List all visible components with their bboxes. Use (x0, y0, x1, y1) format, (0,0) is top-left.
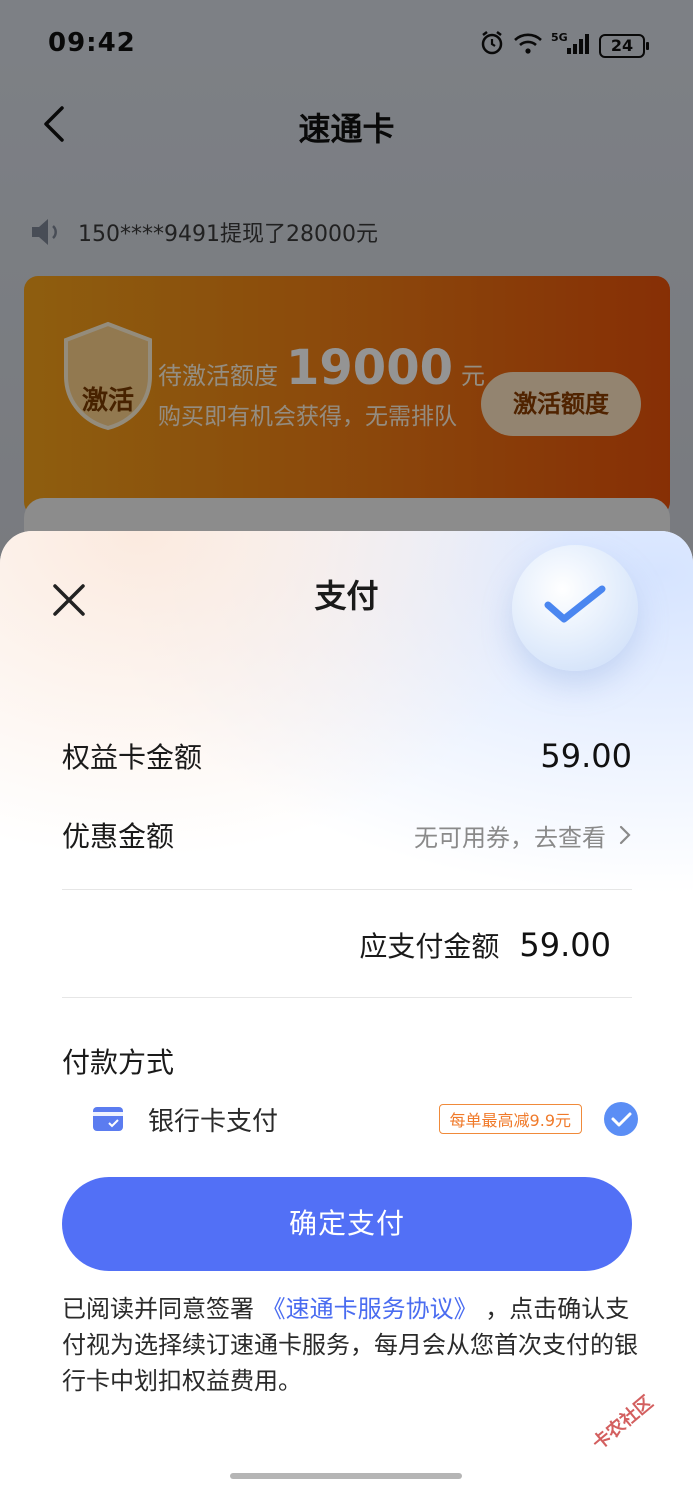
agreement-text: 已阅读并同意签署 《速通卡服务协议》 ，点击确认支付视为选择续订速通卡服务，每月… (62, 1291, 642, 1399)
divider (62, 997, 632, 998)
agreement-prefix: 已阅读并同意签署 (62, 1295, 254, 1323)
confirm-pay-button[interactable]: 确定支付 (62, 1177, 632, 1271)
bank-card-icon (93, 1107, 123, 1131)
total-row: 应支付金额 59.00 (359, 925, 611, 965)
check-badge-icon (512, 545, 638, 671)
chevron-right-icon (619, 825, 631, 845)
card-amount-label: 权益卡金额 (62, 741, 203, 774)
total-label: 应支付金额 (359, 930, 500, 963)
discount-link[interactable]: 无可用券，去查看 (414, 818, 632, 853)
discount-value: 无可用券，去查看 (414, 823, 606, 852)
discount-tag: 每单最高减9.9元 (438, 1104, 582, 1134)
payment-method-label: 银行卡支付 (148, 1106, 279, 1137)
discount-label: 优惠金额 (62, 820, 175, 853)
payment-sheet: 支付 权益卡金额 59.00 优惠金额 无可用券，去查看 应支付金额 59.00… (0, 531, 693, 1500)
card-amount-row: 权益卡金额 59.00 (62, 736, 632, 776)
home-indicator[interactable] (230, 1473, 462, 1479)
agreement-link[interactable]: 《速通卡服务协议》 (262, 1295, 478, 1323)
selected-check-icon[interactable] (604, 1102, 638, 1136)
discount-row[interactable]: 优惠金额 无可用券，去查看 (62, 815, 632, 855)
divider (62, 889, 632, 890)
card-amount-value: 59.00 (540, 737, 632, 775)
payment-method-bank-card[interactable]: 银行卡支付 每单最高减9.9元 (92, 1097, 638, 1141)
total-value: 59.00 (519, 926, 611, 964)
payment-method-title: 付款方式 (62, 1046, 175, 1079)
